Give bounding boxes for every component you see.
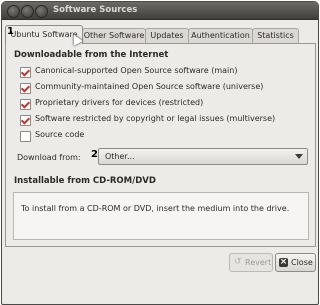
window-close-icon[interactable] (7, 5, 20, 18)
download-from-label: Download from: (17, 153, 81, 162)
close-button[interactable]: × Close (275, 253, 316, 272)
revert-button[interactable]: ↺ Revert (229, 253, 273, 272)
window-minimize-icon[interactable] (21, 5, 34, 18)
checkbox-multiverse[interactable] (20, 115, 31, 126)
checkbox-restricted[interactable] (20, 99, 31, 110)
tab-authentication[interactable]: Authentication (188, 28, 253, 43)
ubuntu-software-panel: Downloadable from the Internet Canonical… (5, 43, 316, 247)
revert-icon: ↺ (233, 257, 242, 267)
cdrom-section-heading: Installable from CD-ROM/DVD (14, 176, 156, 186)
tab-bar: Ubuntu Software Other Software Updates A… (5, 25, 315, 44)
download-server-value: Other... (105, 152, 135, 161)
close-icon: × (279, 257, 288, 267)
download-server-select[interactable]: Other... (98, 148, 308, 165)
annotation-marker-1: 1 (7, 26, 14, 37)
cdrom-message: To install from a CD-ROM or DVD, insert … (21, 204, 290, 213)
checkbox-main[interactable] (20, 67, 31, 78)
checkbox-universe[interactable] (20, 83, 31, 94)
chevron-down-icon (295, 154, 303, 159)
window-maximize-icon[interactable] (35, 5, 48, 18)
software-sources-window: Software Sources Ubuntu Software Other S… (1, 1, 319, 305)
annotation-marker-2: 2 (91, 149, 98, 160)
title-bar[interactable]: Software Sources (2, 2, 318, 20)
window-title: Software Sources (53, 5, 138, 15)
internet-section-heading: Downloadable from the Internet (14, 50, 169, 60)
tab-statistics[interactable]: Statistics (252, 28, 299, 43)
tab-updates[interactable]: Updates (145, 28, 189, 43)
checkbox-source-code[interactable] (20, 131, 31, 142)
cdrom-section: Installable from CD-ROM/DVD To install f… (13, 176, 309, 240)
tab-other-software[interactable]: Other Software (82, 28, 146, 43)
